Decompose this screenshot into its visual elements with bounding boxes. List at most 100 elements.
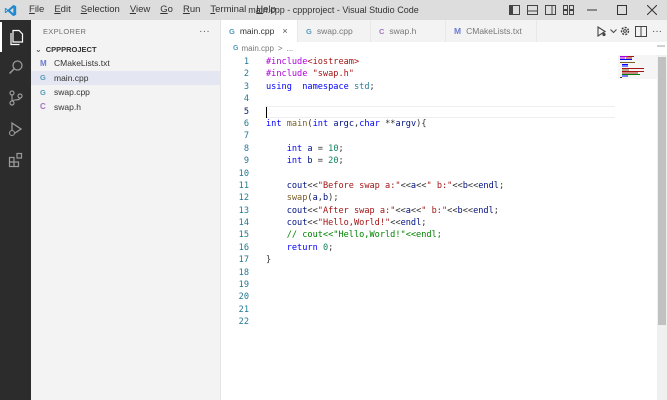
code-line[interactable]: 13 cout<<"After swap a:"<<a<<" b:"<<b<<e… <box>221 205 621 217</box>
code-line[interactable]: 10 <box>221 168 621 180</box>
code-token: " b:" <box>426 180 453 191</box>
explorer-icon[interactable] <box>0 22 31 52</box>
code-line[interactable]: 5 <box>221 105 621 118</box>
tab-swap-h[interactable]: Cswap.h <box>371 20 446 42</box>
file-item[interactable]: Cswap.h <box>31 100 220 115</box>
cpp-file-icon: G <box>40 87 46 97</box>
code-token: 10 <box>328 143 339 154</box>
customize-layout-icon[interactable] <box>559 0 577 20</box>
file-name: CMakeLists.txt <box>54 58 110 69</box>
split-editor-icon[interactable] <box>633 20 649 42</box>
menu-run[interactable]: Run <box>178 0 205 20</box>
line-number: 21 <box>238 304 249 315</box>
cmake-file-icon: M <box>40 58 47 68</box>
more-editor-actions-icon[interactable]: ··· <box>649 20 665 42</box>
menu-file[interactable]: File <box>24 0 49 20</box>
code-line[interactable]: 14 cout<<"Hello,World!"<<endl; <box>221 217 621 229</box>
maximize-button[interactable] <box>607 0 637 20</box>
minimap[interactable] <box>618 55 658 400</box>
code-token: endl <box>400 218 422 229</box>
code-line[interactable]: 18 <box>221 267 621 279</box>
tab-label: swap.cpp <box>316 26 353 36</box>
line-number: 19 <box>238 280 249 291</box>
run-and-debug-icon[interactable] <box>0 114 31 144</box>
menu-view[interactable]: View <box>125 0 155 20</box>
project-folder-header[interactable]: ⌄ CPPPROJECT <box>31 42 220 56</box>
code-line[interactable]: 7 <box>221 130 621 142</box>
line-text: // cout<<"Hello,World!"<<endl; <box>266 229 442 241</box>
code-token: ** <box>379 118 396 129</box>
minimize-button[interactable] <box>577 0 607 20</box>
text-cursor <box>266 106 267 118</box>
tab-swap-cpp[interactable]: Gswap.cpp <box>298 20 371 42</box>
close-tab-icon[interactable]: × <box>282 26 287 36</box>
menu-mnemonic: G <box>160 4 168 15</box>
menu-terminal[interactable]: Terminal <box>205 0 251 20</box>
tab-main-cpp[interactable]: Gmain.cpp × <box>221 20 298 42</box>
code-token: << <box>447 205 458 216</box>
code-token: ; <box>498 180 505 191</box>
code-line[interactable]: 11 cout<<"Before swap a:"<<a<<" b:"<<b<<… <box>221 180 621 192</box>
code-line[interactable]: 12 swap(a,b); <box>221 192 621 204</box>
vertical-scrollbar[interactable] <box>657 55 667 400</box>
line-number: 9 <box>243 156 249 167</box>
more-actions-icon[interactable]: ··· <box>199 26 210 37</box>
code-line[interactable]: 17} <box>221 254 621 266</box>
code-token: " b:" <box>421 205 448 216</box>
run-code-icon[interactable] <box>593 20 609 42</box>
search-icon[interactable] <box>0 52 31 82</box>
cpp-file-icon: G <box>40 73 46 83</box>
file-item[interactable]: Gswap.cpp <box>31 85 220 100</box>
code-line[interactable]: 20 <box>221 291 621 303</box>
line-text: int main(int argc,char **argv){ <box>266 118 427 130</box>
breadcrumb-file[interactable]: main.cpp <box>241 44 273 53</box>
run-dropdown-chevron-icon[interactable] <box>609 20 617 42</box>
menu-go[interactable]: Go <box>155 0 178 20</box>
code-line[interactable]: 8 int a = 10; <box>221 143 621 155</box>
menu-help[interactable]: Help <box>251 0 281 20</box>
code-line[interactable]: 21 <box>221 304 621 316</box>
code-token: #include <box>266 57 308 67</box>
tab-cmakelists-txt[interactable]: M CMakeLists.txt <box>446 20 537 42</box>
code-line[interactable]: 16 return 0; <box>221 242 621 254</box>
code-token: int <box>266 118 282 129</box>
code-token: << <box>467 180 479 191</box>
code-line[interactable]: 1 #include<iostream> <box>221 56 621 68</box>
toggle-panel-icon[interactable] <box>523 0 541 20</box>
file-name: swap.cpp <box>54 87 90 98</box>
file-item[interactable]: M CMakeLists.txt <box>31 56 220 71</box>
code-line[interactable]: 9 int b = 20; <box>221 155 621 167</box>
code-token: int <box>286 143 303 154</box>
code-line[interactable]: 15 // cout<<"Hello,World!"<<endl; <box>221 229 621 241</box>
code-token: cout <box>286 218 308 229</box>
breadcrumb-symbols[interactable]: ... <box>287 44 294 53</box>
menu-selection[interactable]: Selection <box>76 0 125 20</box>
code-token: ; <box>328 242 334 253</box>
code-token: endl <box>478 180 499 191</box>
menu-edit[interactable]: Edit <box>49 0 75 20</box>
code-line[interactable]: 3 using namespace std; <box>221 81 621 93</box>
source-control-icon[interactable] <box>0 83 31 113</box>
code-line[interactable]: 19 <box>221 279 621 291</box>
code-line[interactable]: 4 <box>221 93 621 105</box>
file-item[interactable]: Gmain.cpp <box>31 70 220 85</box>
extensions-icon[interactable] <box>0 145 31 175</box>
code-line[interactable]: 2 #include "swap.h" <box>221 68 621 80</box>
menu-label-rest: erminal <box>215 4 247 15</box>
line-text: return 0; <box>266 242 334 254</box>
toggle-secondary-sidebar-icon[interactable] <box>541 0 559 20</box>
menu-label-rest: election <box>87 4 120 15</box>
menu-label-rest: dit <box>60 4 71 15</box>
code-line[interactable]: 6 int main(int argc,char **argv){ <box>221 118 621 130</box>
code-token: 20 <box>328 156 339 167</box>
settings-gear-icon[interactable] <box>617 20 633 42</box>
code-line[interactable]: 22 <box>221 316 621 328</box>
scrollbar-thumb[interactable] <box>658 57 666 325</box>
line-number: 7 <box>243 131 249 142</box>
toggle-primary-sidebar-icon[interactable] <box>505 0 523 20</box>
close-window-button[interactable] <box>637 0 667 20</box>
code-editor[interactable]: 1 #include<iostream> 2 #include "swap.h" 3 us… <box>221 56 621 329</box>
